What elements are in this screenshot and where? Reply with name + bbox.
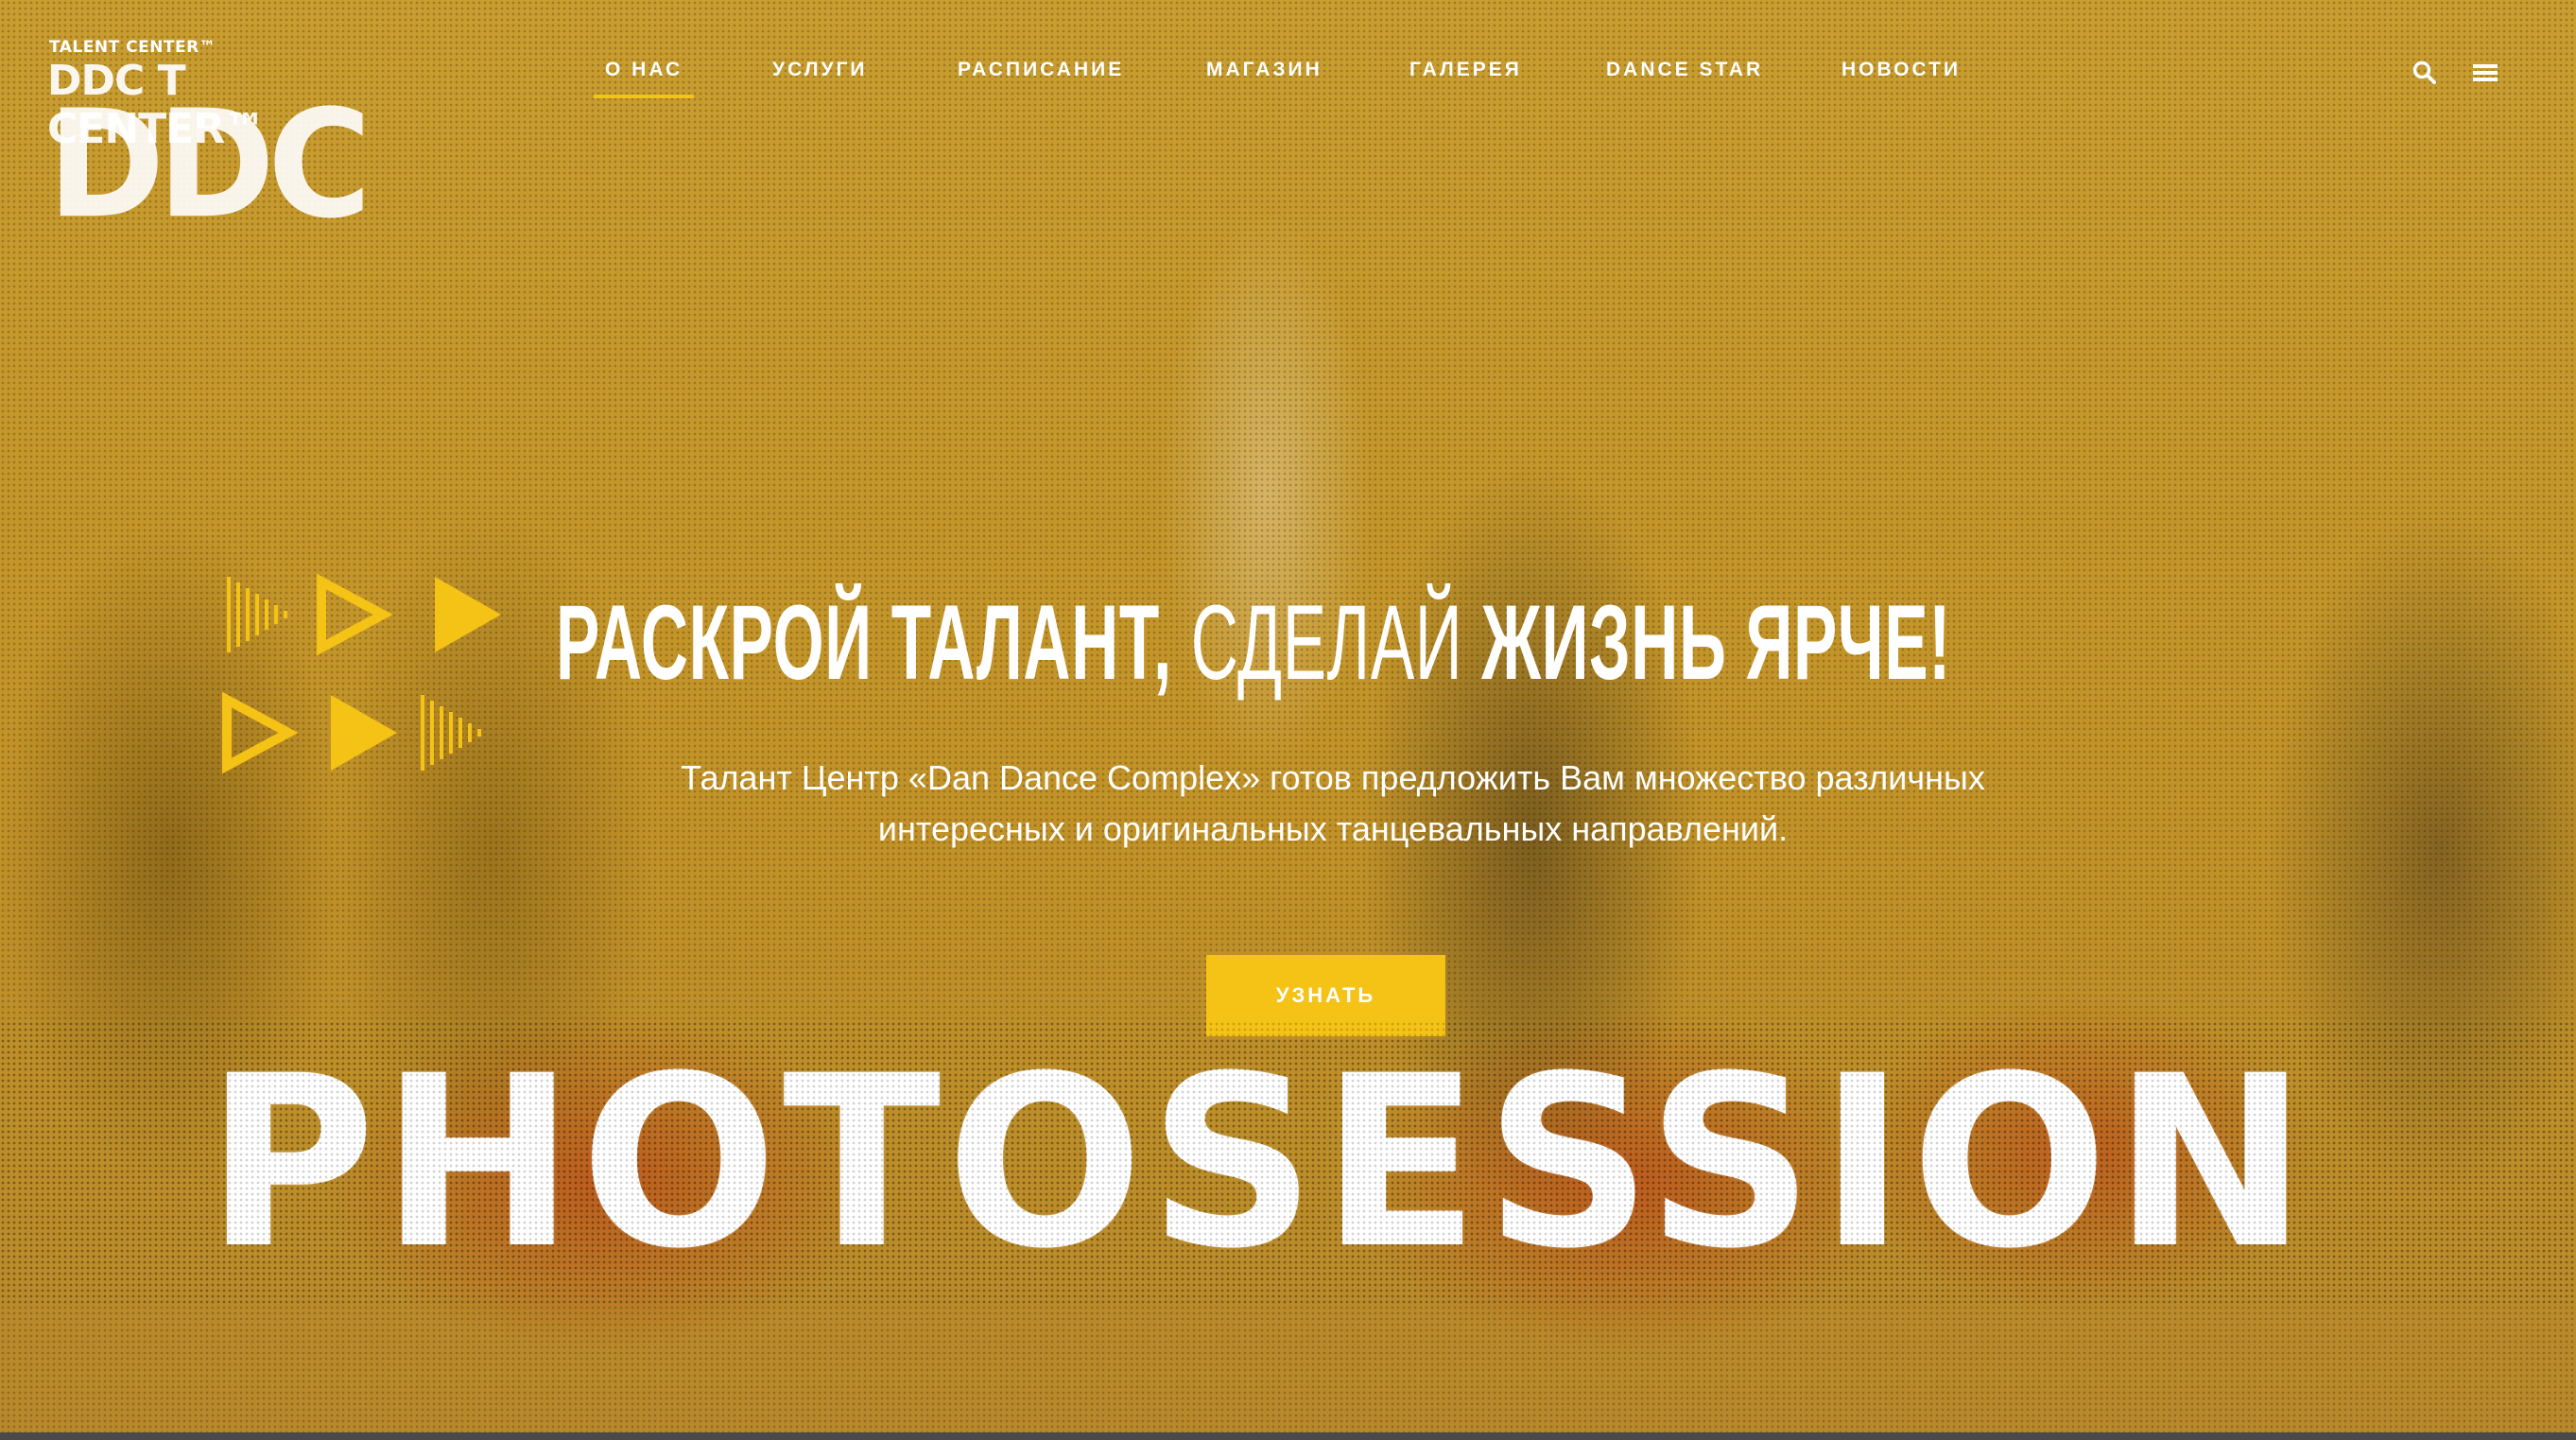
hero-headline: РАСКРОЙ ТАЛАНТ, СДЕЛАЙ ЖИЗНЬ ЯРЧЕ!: [556, 581, 1951, 704]
hero-subtitle: Талант Центр «Dan Dance Complex» готов п…: [652, 753, 2014, 855]
subtitle-line-1: Талант Центр «Dan Dance Complex» готов п…: [681, 758, 1985, 797]
nav-item-about[interactable]: О НАС: [593, 59, 695, 98]
nav-item-schedule[interactable]: РАСПИСАНИЕ: [958, 59, 1124, 81]
nav-item-gallery[interactable]: ГАЛЕРЕЯ: [1409, 59, 1522, 81]
nav-item-news[interactable]: НОВОСТИ: [1841, 59, 1961, 81]
logo-small-text: TALENT CENTER™: [49, 38, 216, 57]
bottom-edge-strip: [0, 1432, 2576, 1440]
nav-item-dance-star[interactable]: DANCE STAR: [1606, 59, 1763, 81]
hamburger-menu-icon[interactable]: [2471, 59, 2499, 87]
search-icon[interactable]: [2411, 59, 2439, 87]
nav-item-services[interactable]: УСЛУГИ: [772, 59, 868, 81]
logo-big-text: DDC: [47, 78, 372, 252]
headline-part-light: СДЕЛАЙ: [1171, 583, 1482, 702]
nav-item-shop[interactable]: МАГАЗИН: [1206, 59, 1323, 81]
headline-part-bold-2: ЖИЗНЬ ЯРЧЕ!: [1481, 583, 1952, 702]
ddc-logo[interactable]: TALENT CENTER™ DDC T CENTER™ DDC: [47, 38, 372, 239]
subtitle-line-2: интересных и оригинальных танцевальных н…: [877, 809, 1789, 848]
photosession-title: PHOTOSESSION: [205, 1025, 2313, 1300]
headline-part-bold-1: РАСКРОЙ ТАЛАНТ,: [556, 583, 1172, 702]
decorative-play-triangles-icon: [217, 567, 529, 785]
